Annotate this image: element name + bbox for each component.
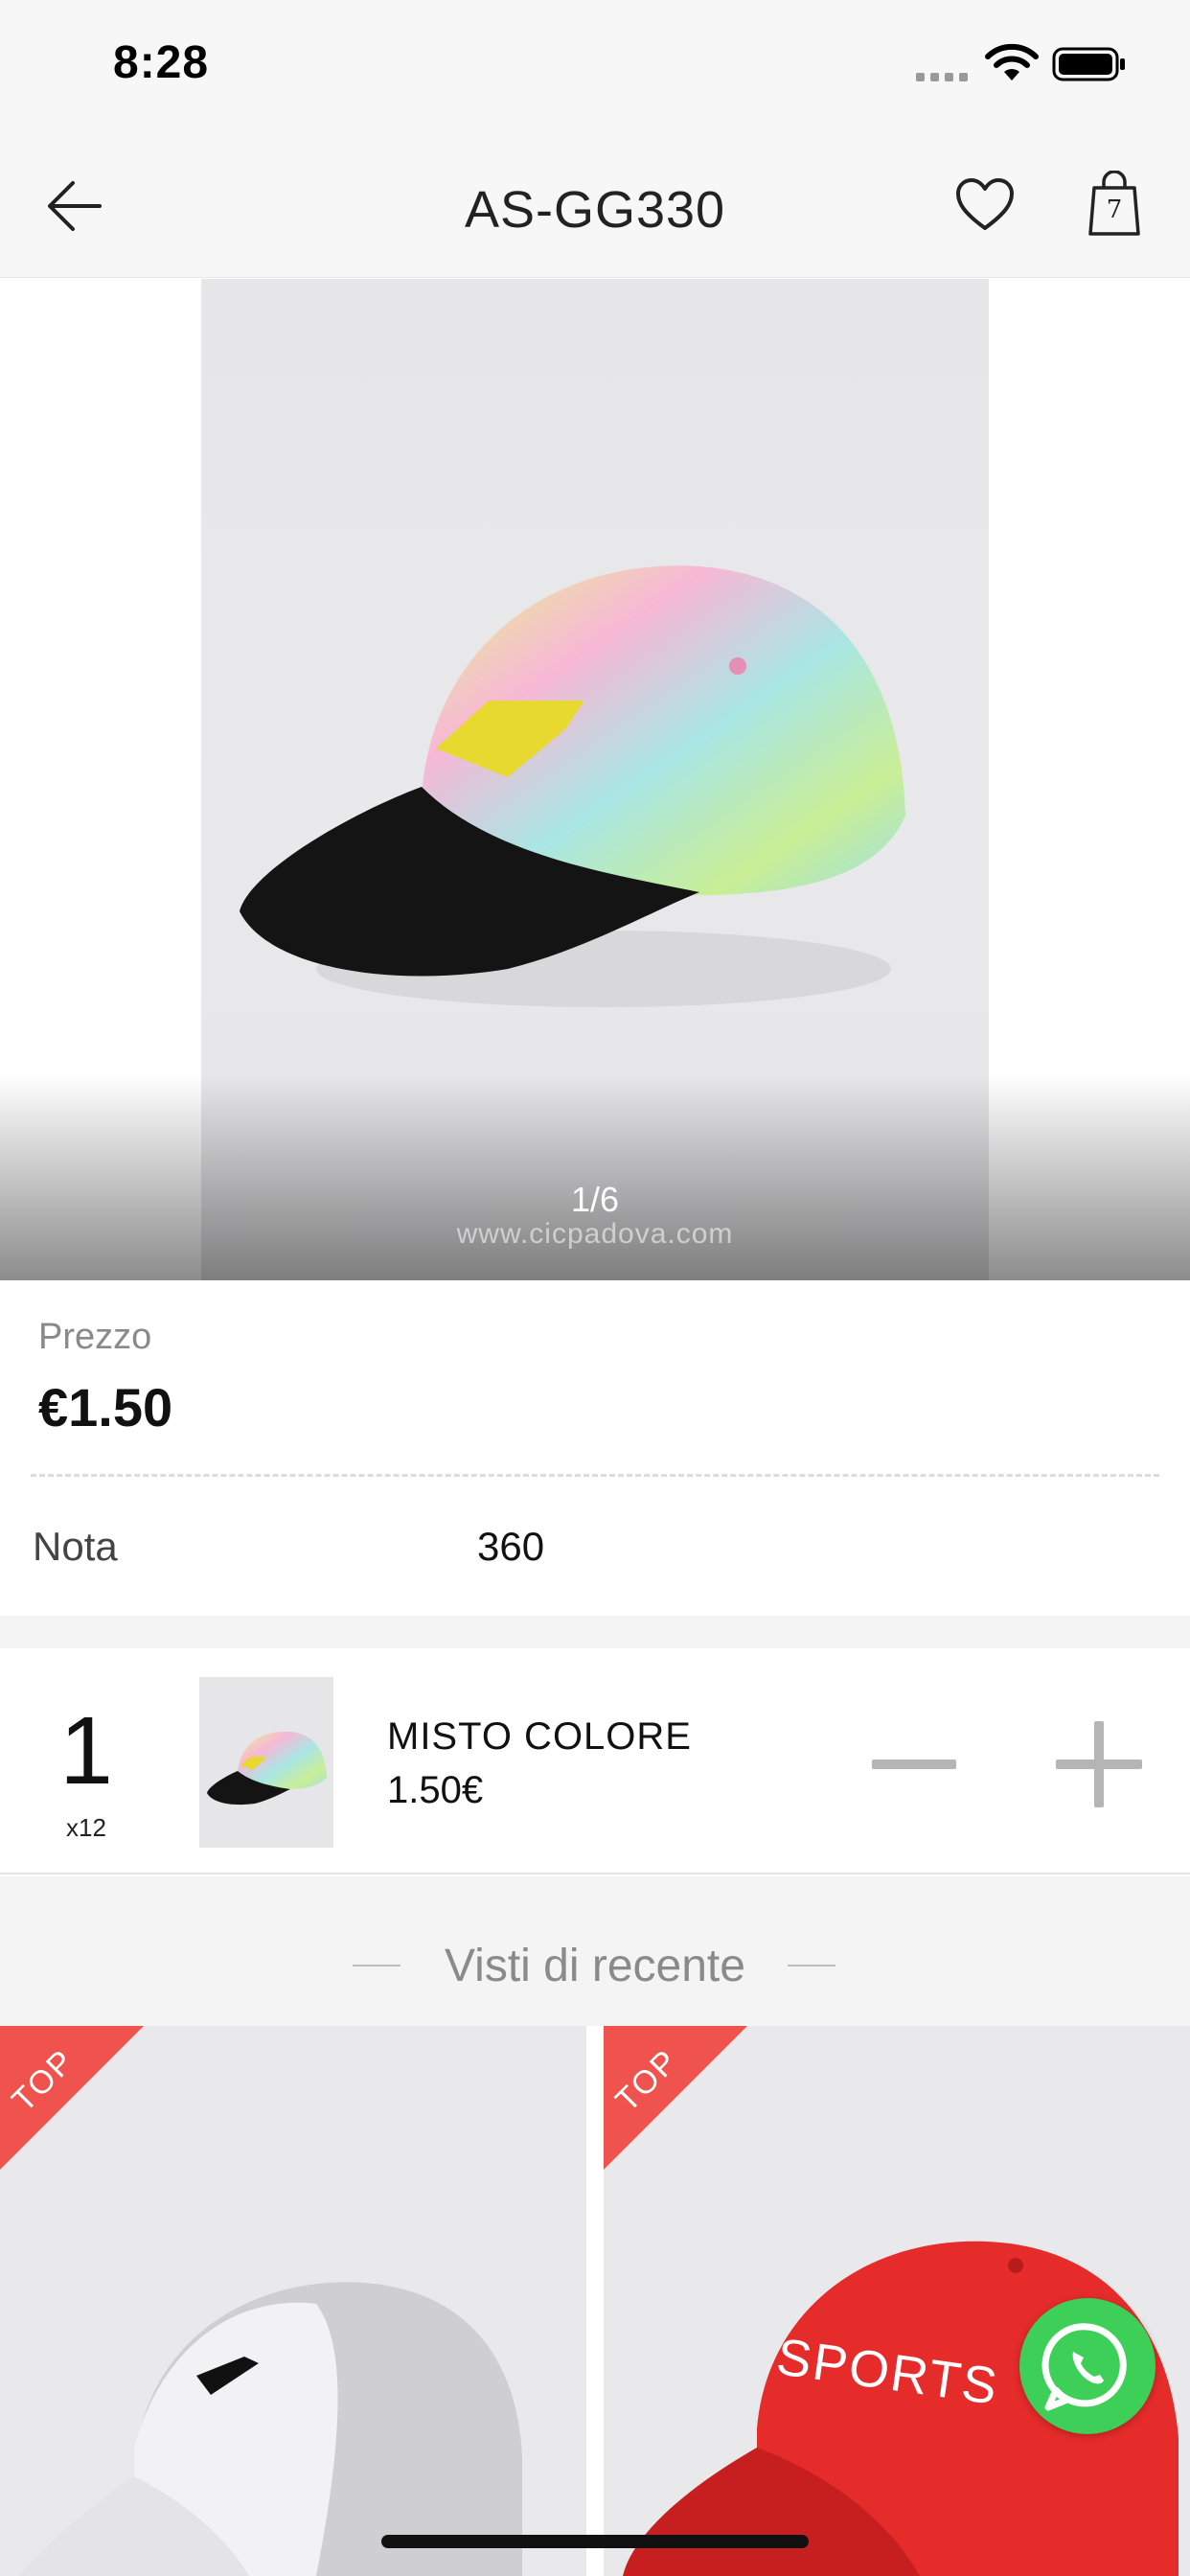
- cart-bag-button[interactable]: 7: [1087, 171, 1142, 238]
- cart-count-badge: 7: [1106, 196, 1123, 224]
- note-value: 360: [477, 1524, 545, 1569]
- gallery-watermark: www.cicpadova.com: [456, 1218, 734, 1250]
- gallery-page-counter: 1/6: [570, 1180, 620, 1219]
- section-separator: [0, 1616, 1190, 1648]
- whatsapp-icon: [1041, 2323, 1127, 2411]
- card-gutter: [586, 2026, 604, 2576]
- navigation-bar: AS-GG330 7: [0, 134, 1190, 278]
- favorite-heart-icon[interactable]: [954, 176, 1016, 234]
- variant-price: 1.50€: [387, 1769, 484, 1811]
- increase-quantity-button[interactable]: [1046, 1715, 1152, 1811]
- whatsapp-chat-button[interactable]: [1019, 2298, 1156, 2434]
- status-bar: 8:28: [0, 0, 1190, 134]
- minus-icon: [872, 1760, 956, 1769]
- pack-size: x12: [66, 1813, 106, 1842]
- status-time: 8:28: [113, 37, 210, 88]
- quantity-value: 1: [59, 1697, 113, 1805]
- variant-thumbnail: [199, 1677, 333, 1848]
- price-section: Prezzo €1.50 Nota 360: [0, 1280, 1190, 1616]
- recently-viewed-title: Visti di recente: [445, 1941, 745, 1991]
- price-label: Prezzo: [38, 1317, 152, 1357]
- home-indicator: [381, 2535, 809, 2548]
- decrease-quantity-button[interactable]: [862, 1715, 968, 1811]
- battery-icon: [1052, 47, 1125, 81]
- cap-thumbnail-illustration: [207, 1731, 327, 1806]
- top-ribbon: TOP: [0, 2026, 144, 2170]
- dashed-divider: [31, 1474, 1159, 1477]
- note-label: Nota: [33, 1524, 118, 1569]
- header-line-right: [788, 1965, 835, 1966]
- price-value: €1.50: [38, 1377, 173, 1438]
- signal-icon: [916, 73, 968, 81]
- recent-product-card[interactable]: TOP: [0, 2026, 586, 2576]
- variant-row: 1 x12 MISTO COLORE 1.50€: [0, 1648, 1190, 1874]
- variant-name: MISTO COLORE: [387, 1715, 692, 1758]
- top-ribbon: TOP: [604, 2026, 747, 2170]
- recently-viewed-header: Visti di recente: [0, 1876, 1190, 2026]
- wifi-icon: [985, 43, 1039, 80]
- product-gallery[interactable]: 1/6 www.cicpadova.com: [0, 279, 1190, 1280]
